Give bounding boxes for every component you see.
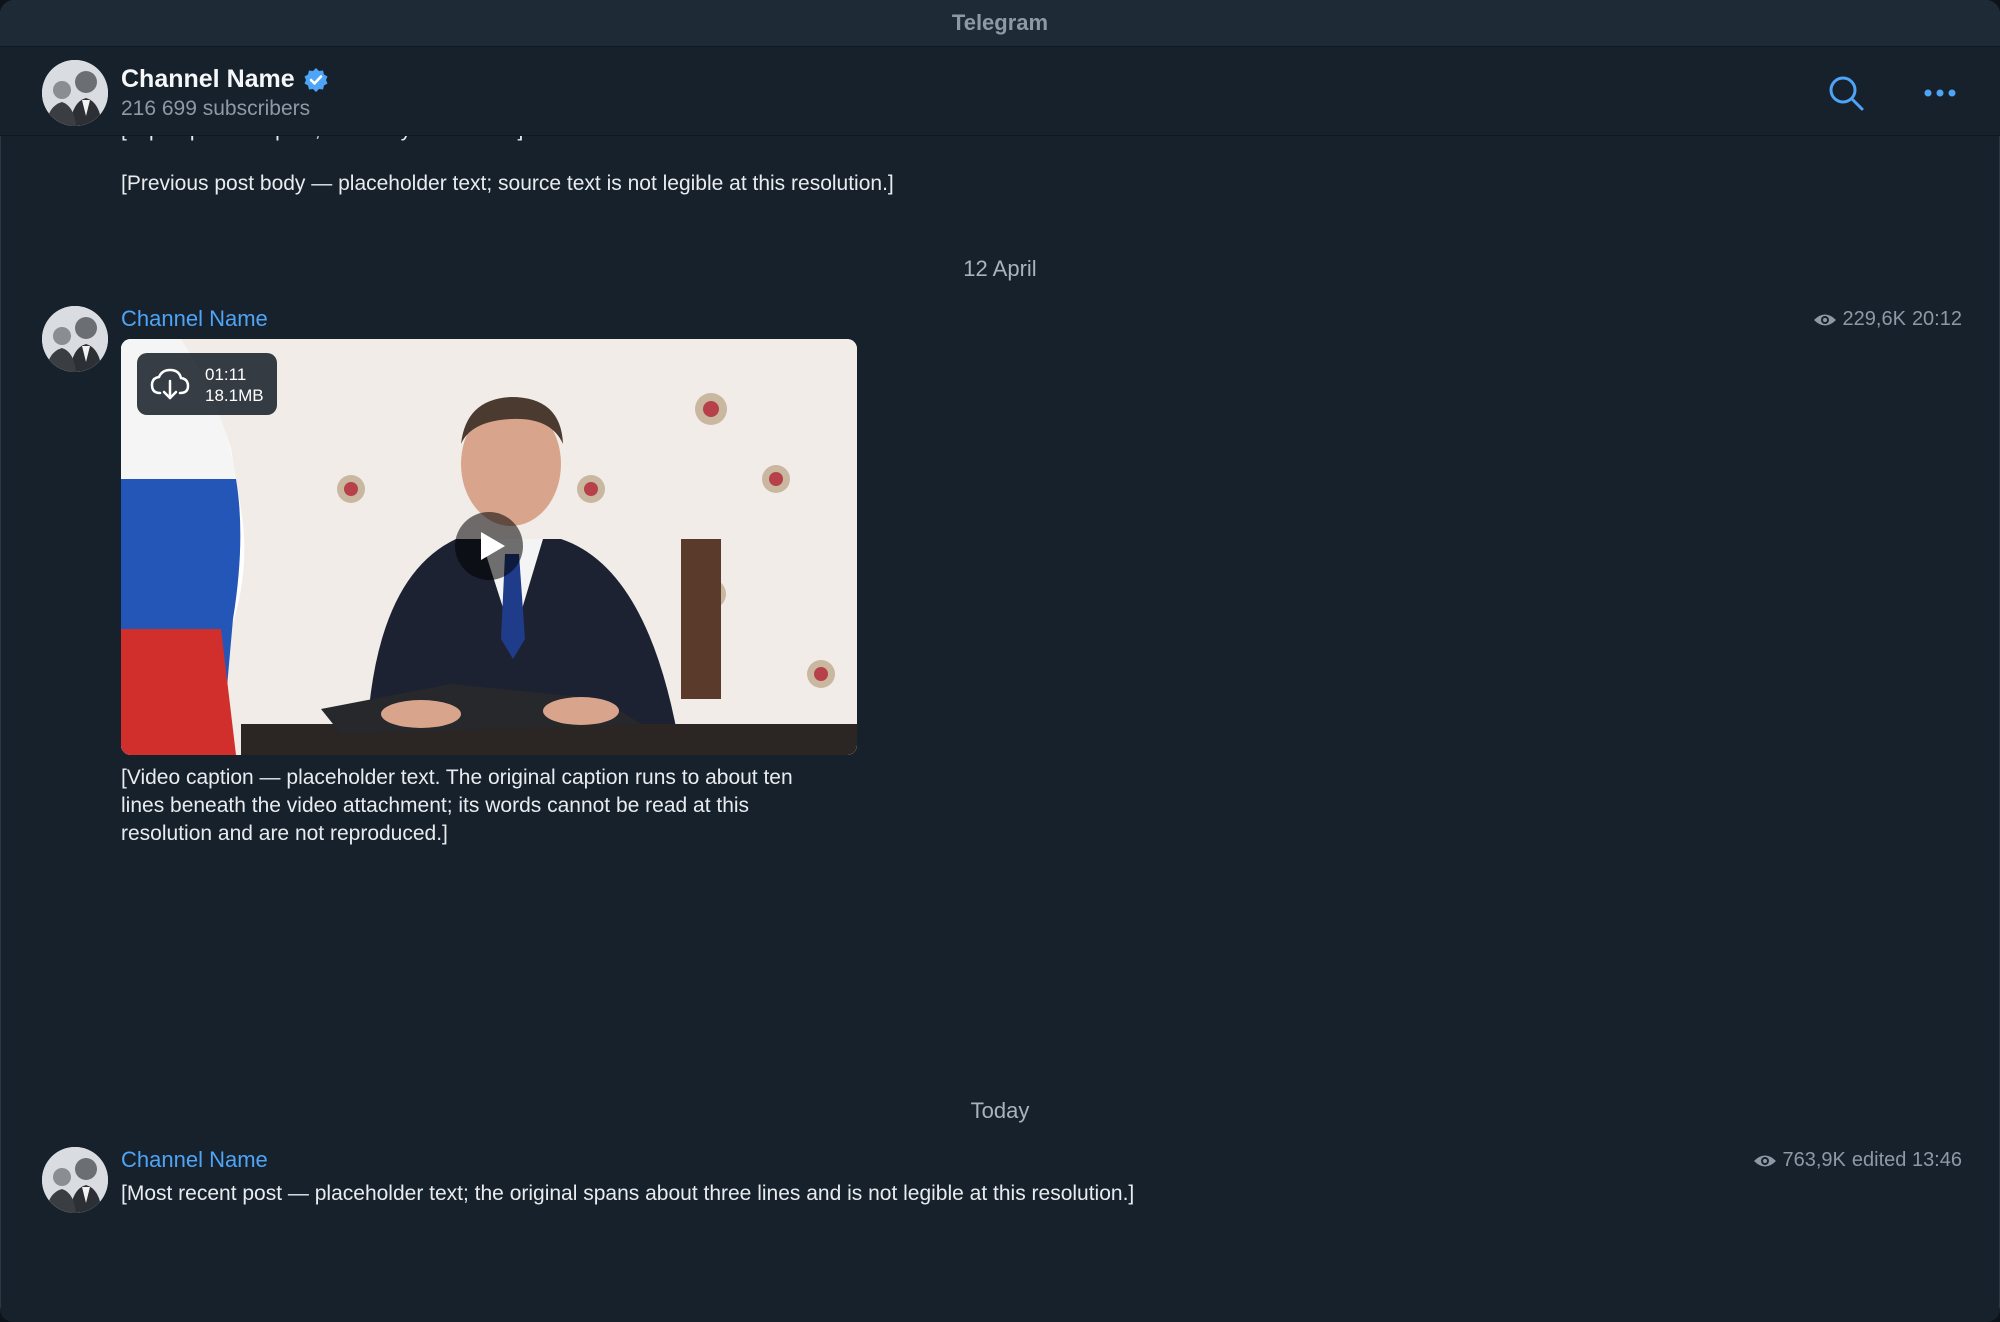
channel-avatar[interactable] xyxy=(42,60,108,126)
post-caption: [Video caption — placeholder text. The o… xyxy=(121,766,793,845)
post-author[interactable]: Channel Name xyxy=(121,1147,268,1173)
message-feed[interactable]: [Top of previous post, cut off by the he… xyxy=(0,136,2000,1322)
window-bottom-edge xyxy=(0,1308,2000,1322)
post-time: 20:12 xyxy=(1911,308,1962,330)
post-meta: 229,6K 20:12 xyxy=(1813,308,1962,331)
post-text: [Previous post body — placeholder text; … xyxy=(121,170,1781,198)
window-title: Telegram xyxy=(951,10,1049,35)
post-avatar[interactable] xyxy=(42,1147,108,1213)
more-icon[interactable] xyxy=(1918,71,1962,115)
date-separator: 12 April xyxy=(963,256,1037,281)
video-attachment[interactable]: 01:11 18.1MB xyxy=(121,339,857,755)
edited-time: edited 13:46 xyxy=(1851,1149,1962,1171)
channel-header[interactable]: Channel Name 216 699 subscribers xyxy=(0,47,2000,136)
download-badge[interactable]: 01:11 18.1MB xyxy=(137,353,277,415)
play-icon xyxy=(481,532,505,560)
video-size: 18.1MB xyxy=(205,386,264,405)
cloud-download-icon xyxy=(150,368,190,400)
date-separator: Today xyxy=(970,1098,1030,1123)
post-avatar[interactable] xyxy=(42,306,108,372)
verified-badge-icon xyxy=(304,67,328,92)
subscriber-count: 216 699 subscribers xyxy=(121,97,311,120)
post-text-body: [Previous post body — placeholder text; … xyxy=(121,172,894,195)
post-text: [Most recent post — placeholder text; th… xyxy=(121,1182,1135,1205)
window-titlebar[interactable]: Telegram xyxy=(0,0,2000,47)
eye-icon xyxy=(1813,314,1836,325)
clipped-post-line: [Top of previous post, cut off by the he… xyxy=(121,136,1721,144)
search-icon[interactable] xyxy=(1824,71,1868,115)
channel-title[interactable]: Channel Name xyxy=(121,65,329,94)
view-count: 763,9K xyxy=(1782,1149,1846,1171)
video-duration: 01:11 xyxy=(205,365,247,384)
post-author[interactable]: Channel Name xyxy=(121,306,268,332)
post-meta: 763,9K edited 13:46 xyxy=(1753,1149,1962,1172)
view-count: 229,6K xyxy=(1842,308,1906,330)
play-button[interactable] xyxy=(455,512,523,580)
telegram-window: Telegram Channel Name 216 699 subscriber… xyxy=(0,0,2000,1322)
channel-name: Channel Name xyxy=(121,65,295,93)
eye-icon xyxy=(1753,1155,1776,1166)
